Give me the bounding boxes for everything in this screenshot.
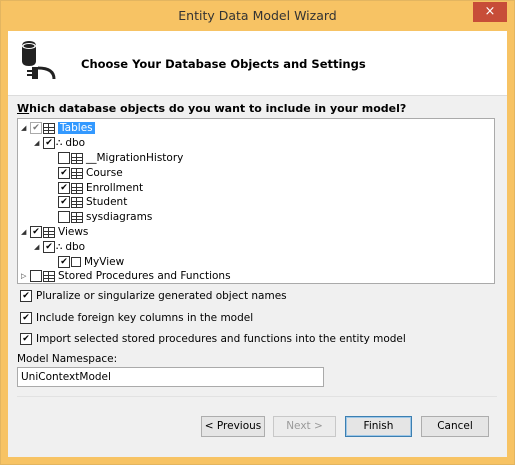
- tables-folder-icon: [43, 122, 55, 134]
- pluralize-checkbox[interactable]: ✔: [20, 290, 32, 302]
- foreign-keys-checkbox[interactable]: ✔: [20, 312, 32, 324]
- tree-node-label: dbo: [65, 241, 86, 253]
- tree-node-procedures[interactable]: ▷ Stored Procedures and Functions: [21, 269, 231, 283]
- table-icon: [71, 167, 83, 179]
- expand-arrow-icon[interactable]: ▷: [21, 269, 30, 283]
- table-checkbox[interactable]: [58, 211, 70, 223]
- table-icon: [71, 211, 83, 223]
- tree-node-label: Stored Procedures and Functions: [58, 270, 231, 282]
- table-icon: [71, 196, 83, 208]
- import-procs-checkbox[interactable]: ✔: [20, 333, 32, 345]
- table-checkbox[interactable]: ✔: [58, 167, 70, 179]
- previous-button[interactable]: < Previous: [201, 416, 265, 437]
- tree-node-label: Student: [86, 196, 128, 208]
- views-checkbox[interactable]: ✔: [30, 226, 42, 238]
- table-checkbox[interactable]: [58, 152, 70, 164]
- pluralize-label: Pluralize or singularize generated objec…: [36, 290, 287, 302]
- next-button[interactable]: Next >: [273, 416, 336, 437]
- tree-node-view[interactable]: ✔ MyView: [58, 255, 124, 269]
- schema-icon: ⛬: [56, 242, 63, 252]
- database-objects-tree[interactable]: ◢ ✔ Tables ◢ ✔ ⛬ dbo __MigrationHistory ✔ Cour…: [17, 118, 495, 284]
- window-title: Entity Data Model Wizard: [178, 8, 337, 23]
- page-title: Choose Your Database Objects and Setting…: [81, 57, 366, 71]
- table-icon: [71, 152, 83, 164]
- view-checkbox[interactable]: ✔: [58, 256, 70, 268]
- tree-node-label: MyView: [84, 256, 125, 268]
- tree-node-label: sysdiagrams: [86, 211, 153, 223]
- table-icon: [71, 182, 83, 194]
- wizard-header: Choose Your Database Objects and Setting…: [8, 31, 507, 96]
- close-button[interactable]: ×: [473, 2, 507, 22]
- wizard-body: Choose Your Database Objects and Setting…: [8, 31, 507, 457]
- tree-node-table[interactable]: ✔ Course: [58, 166, 123, 180]
- tree-node-label: Tables: [58, 122, 95, 134]
- import-procs-option[interactable]: ✔ Import selected stored procedures and f…: [20, 332, 406, 346]
- foreign-keys-option[interactable]: ✔ Include foreign key columns in the mode…: [20, 311, 253, 325]
- collapse-arrow-icon[interactable]: ◢: [34, 240, 43, 254]
- tree-node-table[interactable]: ✔ Student: [58, 195, 127, 209]
- database-connection-icon: [22, 41, 56, 80]
- pluralize-option[interactable]: ✔ Pluralize or singularize generated obje…: [20, 289, 287, 303]
- tables-checkbox[interactable]: ✔: [30, 122, 42, 134]
- question-text: hich database objects do you want to inc…: [29, 102, 407, 115]
- tree-node-label: dbo: [65, 137, 86, 149]
- tables-dbo-checkbox[interactable]: ✔: [43, 137, 55, 149]
- tree-node-views[interactable]: ◢ ✔ Views: [21, 225, 88, 239]
- tree-node-tables-dbo[interactable]: ◢ ✔ ⛬ dbo: [34, 136, 85, 150]
- tree-node-tables[interactable]: ◢ ✔ Tables: [21, 121, 95, 135]
- import-procs-label: Import selected stored procedures and fu…: [36, 333, 406, 345]
- title-bar: Entity Data Model Wizard ×: [1, 1, 514, 31]
- procedures-folder-icon: [43, 270, 55, 282]
- views-dbo-checkbox[interactable]: ✔: [43, 241, 55, 253]
- collapse-arrow-icon[interactable]: ◢: [34, 136, 43, 150]
- table-checkbox[interactable]: ✔: [58, 196, 70, 208]
- tree-node-table[interactable]: sysdiagrams: [58, 210, 152, 224]
- tree-node-label: Course: [86, 167, 123, 179]
- question-mnemonic: W: [17, 102, 30, 115]
- wizard-window: Entity Data Model Wizard × Choose Your D…: [0, 0, 515, 465]
- collapse-arrow-icon[interactable]: ◢: [21, 225, 30, 239]
- collapse-arrow-icon[interactable]: ◢: [21, 121, 30, 135]
- objects-question-label: Which database objects do you want to in…: [17, 102, 406, 115]
- cancel-button[interactable]: Cancel: [421, 416, 489, 437]
- table-checkbox[interactable]: ✔: [58, 182, 70, 194]
- tree-node-label: Enrollment: [86, 182, 144, 194]
- views-folder-icon: [43, 226, 55, 238]
- finish-button[interactable]: Finish: [345, 416, 412, 437]
- tree-node-views-dbo[interactable]: ◢ ✔ ⛬ dbo: [34, 240, 85, 254]
- tree-node-table[interactable]: __MigrationHistory: [58, 151, 183, 165]
- foreign-keys-label: Include foreign key columns in the model: [36, 312, 254, 324]
- view-icon: [71, 257, 81, 267]
- tree-node-label: __MigrationHistory: [86, 152, 184, 164]
- schema-icon: ⛬: [56, 138, 63, 148]
- namespace-label: Model Namespace:: [17, 353, 118, 365]
- tree-node-table[interactable]: ✔ Enrollment: [58, 181, 143, 195]
- procedures-checkbox[interactable]: [30, 270, 42, 282]
- footer-divider: [17, 396, 497, 397]
- tree-node-label: Views: [58, 226, 89, 238]
- namespace-input[interactable]: UniContextModel: [17, 367, 324, 387]
